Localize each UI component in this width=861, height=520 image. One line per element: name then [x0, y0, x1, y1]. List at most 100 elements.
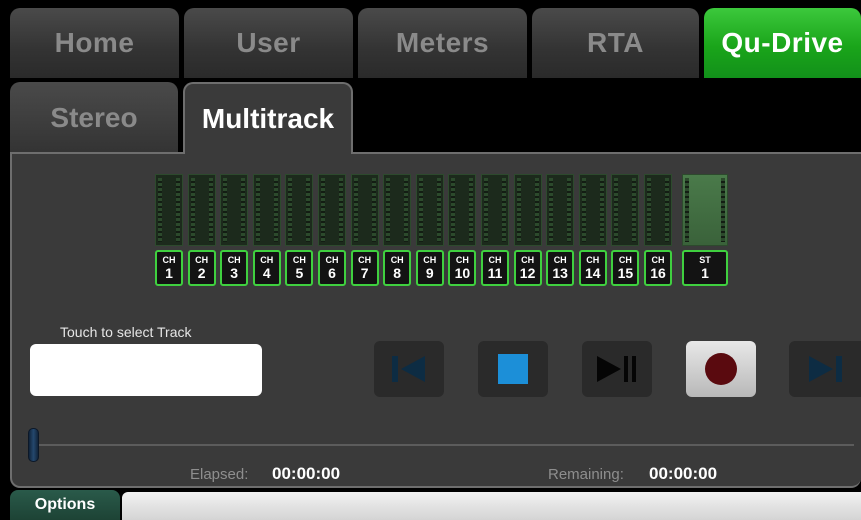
timeline-handle[interactable]: [28, 428, 39, 462]
channel-prefix: CH: [455, 255, 469, 265]
meter-bar: [611, 174, 640, 246]
meter-bar: [546, 174, 575, 246]
channel-prefix: ST: [699, 255, 711, 265]
channel-number: 10: [454, 265, 471, 281]
channel-label[interactable]: CH 5: [285, 250, 314, 286]
skip-back-button[interactable]: [374, 341, 444, 397]
subtab-multitrack-label: Multitrack: [201, 103, 335, 134]
channel-number: 3: [230, 265, 239, 281]
elapsed-value: 00:00:00: [272, 464, 341, 483]
meter-bar: [578, 174, 607, 246]
subtab-stereo-label: Stereo: [50, 102, 138, 133]
channel-number: 16: [650, 265, 666, 281]
track-select-caption: Touch to select Track: [60, 324, 192, 340]
channel-prefix: CH: [227, 255, 241, 265]
tab-home[interactable]: Home: [10, 8, 179, 78]
channel-label[interactable]: CH 9: [415, 250, 444, 286]
tab-rta[interactable]: RTA: [532, 8, 699, 78]
channel-label[interactable]: CH 14: [578, 250, 607, 286]
channel-prefix: CH: [162, 255, 176, 265]
meter-bar: [481, 174, 509, 246]
channel-number: 15: [617, 265, 634, 281]
channel-label[interactable]: CH 8: [383, 250, 412, 286]
channel-label[interactable]: ST 1: [682, 250, 728, 286]
channel-meters: CH 1 CH 2 CH 3 CH 4 CH 5 CH 6 CH 7 CH 8 CH 9 CH 10 CH 11 CH 12 C…: [12, 154, 861, 294]
channel-number: 4: [262, 265, 271, 281]
meter-bar: [285, 174, 314, 246]
channel-number: 12: [519, 265, 536, 281]
elapsed-label: Elapsed:: [190, 466, 249, 483]
skip-forward-button[interactable]: [789, 341, 861, 397]
meter-bar: [644, 174, 672, 246]
channel-prefix: CH: [423, 255, 437, 265]
channel-number: 5: [295, 265, 304, 281]
channel-label[interactable]: CH 12: [513, 250, 542, 286]
channel-prefix: CH: [586, 255, 600, 265]
tab-meters-label: Meters: [395, 27, 490, 58]
options-button[interactable]: Options: [10, 490, 120, 520]
play-pause-button[interactable]: [582, 341, 652, 397]
meter-bar: [252, 174, 281, 246]
channel-number: 13: [552, 265, 568, 281]
remaining-label: Remaining:: [548, 466, 624, 483]
channel-prefix: CH: [390, 255, 404, 265]
meter-bar: [155, 174, 183, 246]
channel-label[interactable]: CH 13: [546, 250, 575, 286]
tab-rta-label: RTA: [587, 27, 644, 58]
channel-number: 11: [487, 265, 503, 281]
multitrack-panel: CH 1 CH 2 CH 3 CH 4 CH 5 CH 6 CH 7 CH 8 CH 9 CH 10 CH 11 CH 12 C…: [10, 152, 861, 488]
channel-number: 1: [165, 265, 173, 281]
channel-label[interactable]: CH 6: [318, 250, 346, 286]
tab-meters[interactable]: Meters: [358, 8, 527, 78]
channel-number: 14: [585, 265, 601, 281]
channel-prefix: CH: [521, 255, 535, 265]
channel-label[interactable]: CH 2: [187, 250, 216, 286]
channel-number: 7: [360, 265, 369, 281]
channel-label[interactable]: CH 15: [611, 250, 640, 286]
meter-bar: [682, 174, 728, 246]
meter-bar: [187, 174, 216, 246]
meter-bar: [383, 174, 412, 246]
record-button[interactable]: [686, 341, 756, 397]
channel-label[interactable]: CH 1: [155, 250, 183, 286]
channel-prefix: CH: [618, 255, 632, 265]
channel-prefix: CH: [325, 255, 339, 265]
meter-bar: [513, 174, 542, 246]
channel-label[interactable]: CH 10: [448, 250, 477, 286]
tab-qu-drive-label: Qu-Drive: [721, 27, 844, 58]
subtab-multitrack[interactable]: Multitrack: [183, 82, 353, 154]
tab-user-label: User: [236, 27, 301, 58]
channel-prefix: CH: [195, 255, 209, 265]
record-icon: [705, 353, 737, 385]
channel-label[interactable]: CH 4: [252, 250, 281, 286]
skip-to-start-icon: [392, 356, 425, 382]
channel-number: 1: [701, 265, 709, 281]
options-label: Options: [34, 496, 96, 513]
tab-user[interactable]: User: [184, 8, 353, 78]
channel-label[interactable]: CH 11: [481, 250, 509, 286]
timeline-track[interactable]: [34, 444, 854, 446]
channel-prefix: CH: [651, 255, 665, 265]
stop-icon: [498, 354, 528, 384]
channel-prefix: CH: [292, 255, 306, 265]
skip-to-end-icon: [809, 356, 842, 382]
tab-qu-drive[interactable]: Qu-Drive: [704, 8, 861, 78]
subtab-stereo[interactable]: Stereo: [10, 82, 178, 154]
channel-number: 8: [393, 265, 402, 281]
meter-bar: [220, 174, 249, 246]
channel-label[interactable]: CH 16: [644, 250, 672, 286]
channel-number: 6: [328, 265, 336, 281]
tab-home-label: Home: [54, 27, 135, 58]
channel-prefix: CH: [260, 255, 274, 265]
channel-prefix: CH: [488, 255, 502, 265]
channel-prefix: CH: [553, 255, 567, 265]
channel-label[interactable]: CH 7: [350, 250, 379, 286]
track-select-field[interactable]: [30, 344, 262, 396]
meter-bar: [318, 174, 346, 246]
meter-bar: [350, 174, 379, 246]
meter-bar: [415, 174, 444, 246]
channel-label[interactable]: CH 3: [220, 250, 249, 286]
channel-number: 2: [197, 265, 206, 281]
stop-button[interactable]: [478, 341, 548, 397]
main-tab-bar: Home User Meters RTA Qu-Drive: [10, 8, 861, 78]
